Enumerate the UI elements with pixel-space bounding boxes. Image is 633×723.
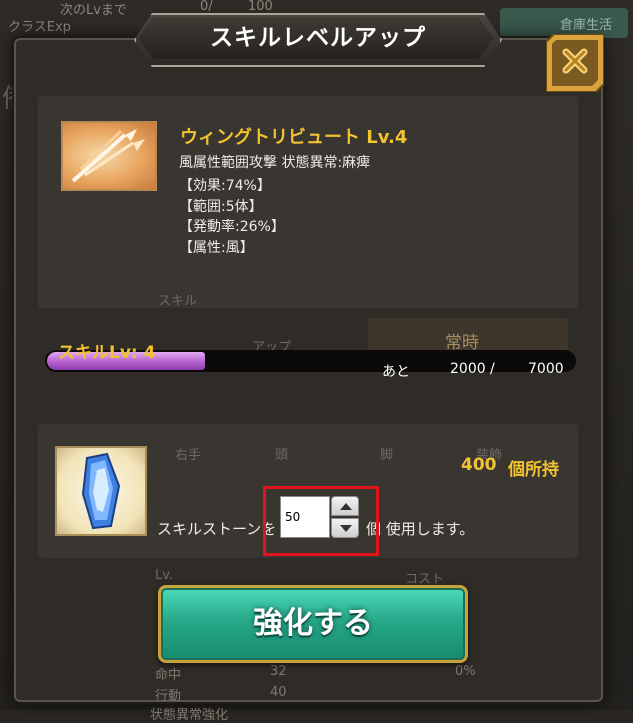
bg-action-label: 行動 bbox=[155, 689, 182, 704]
chevron-up-icon bbox=[340, 503, 352, 510]
quantity-increment-button[interactable] bbox=[331, 496, 359, 516]
skill-stone-crystal-icon bbox=[55, 446, 147, 536]
bg-exp-current: 0/ bbox=[200, 0, 213, 14]
stone-use-suffix: 個 使用します。 bbox=[366, 520, 475, 538]
bg-class-exp-label: クラスExp bbox=[8, 20, 71, 35]
skill-effect: 【効果:74%】 bbox=[179, 178, 271, 194]
stone-owned-suffix: 個所持 bbox=[508, 460, 559, 480]
enhance-button[interactable]: 強化する bbox=[158, 585, 468, 663]
bg-accuracy-label: 命中 bbox=[155, 668, 182, 683]
crystal-icon bbox=[81, 452, 121, 530]
bg-lv-label: Lv. bbox=[155, 568, 174, 583]
bg-storage-label: 倉庫生活 bbox=[560, 18, 613, 33]
skill-range: 【範囲:5体】 bbox=[179, 199, 263, 215]
bg-skill-label: スキル bbox=[158, 294, 198, 309]
bg-action-value: 40 bbox=[270, 685, 287, 700]
bg-right-hand-label: 右手 bbox=[175, 448, 202, 463]
exp-remain-total: 7000 bbox=[528, 361, 564, 377]
exp-remain-prefix: あと bbox=[382, 364, 410, 380]
skill-level-label: スキルLv: 4 bbox=[58, 343, 156, 363]
bg-legs-label: 脚 bbox=[380, 448, 394, 463]
skill-name: ウィングトリビュート Lv.4 bbox=[180, 127, 408, 148]
skill-attribute: 【属性:風】 bbox=[179, 240, 254, 256]
bg-percent-value: 0% bbox=[455, 664, 476, 679]
bg-status-boost-label: 状態異常強化 bbox=[150, 708, 229, 723]
stone-owned-count: 400 bbox=[461, 455, 497, 475]
close-button[interactable] bbox=[545, 33, 605, 93]
bg-accuracy-value: 32 bbox=[270, 664, 287, 679]
stone-quantity-input[interactable] bbox=[280, 496, 330, 538]
skill-description: 風属性範囲攻撃 状態異常:麻痺 bbox=[179, 155, 371, 171]
chevron-down-icon bbox=[340, 525, 352, 532]
exp-remain-separator: / bbox=[490, 361, 495, 377]
arrow-feather-icon bbox=[71, 129, 145, 183]
bg-exp-max: 100 bbox=[248, 0, 273, 14]
enhance-button-label: 強化する bbox=[253, 606, 373, 641]
bg-head-label: 頭 bbox=[275, 448, 289, 463]
close-x-icon bbox=[545, 33, 605, 93]
quantity-decrement-button[interactable] bbox=[331, 518, 359, 538]
dialog-title: スキルレベルアップ bbox=[210, 25, 426, 51]
exp-remain-current: 2000 bbox=[450, 361, 486, 377]
skill-activation-rate: 【発動率:26%】 bbox=[179, 219, 285, 235]
stone-use-prefix: スキルストーンを bbox=[157, 520, 277, 538]
wing-tribute-skill-icon bbox=[61, 121, 157, 191]
